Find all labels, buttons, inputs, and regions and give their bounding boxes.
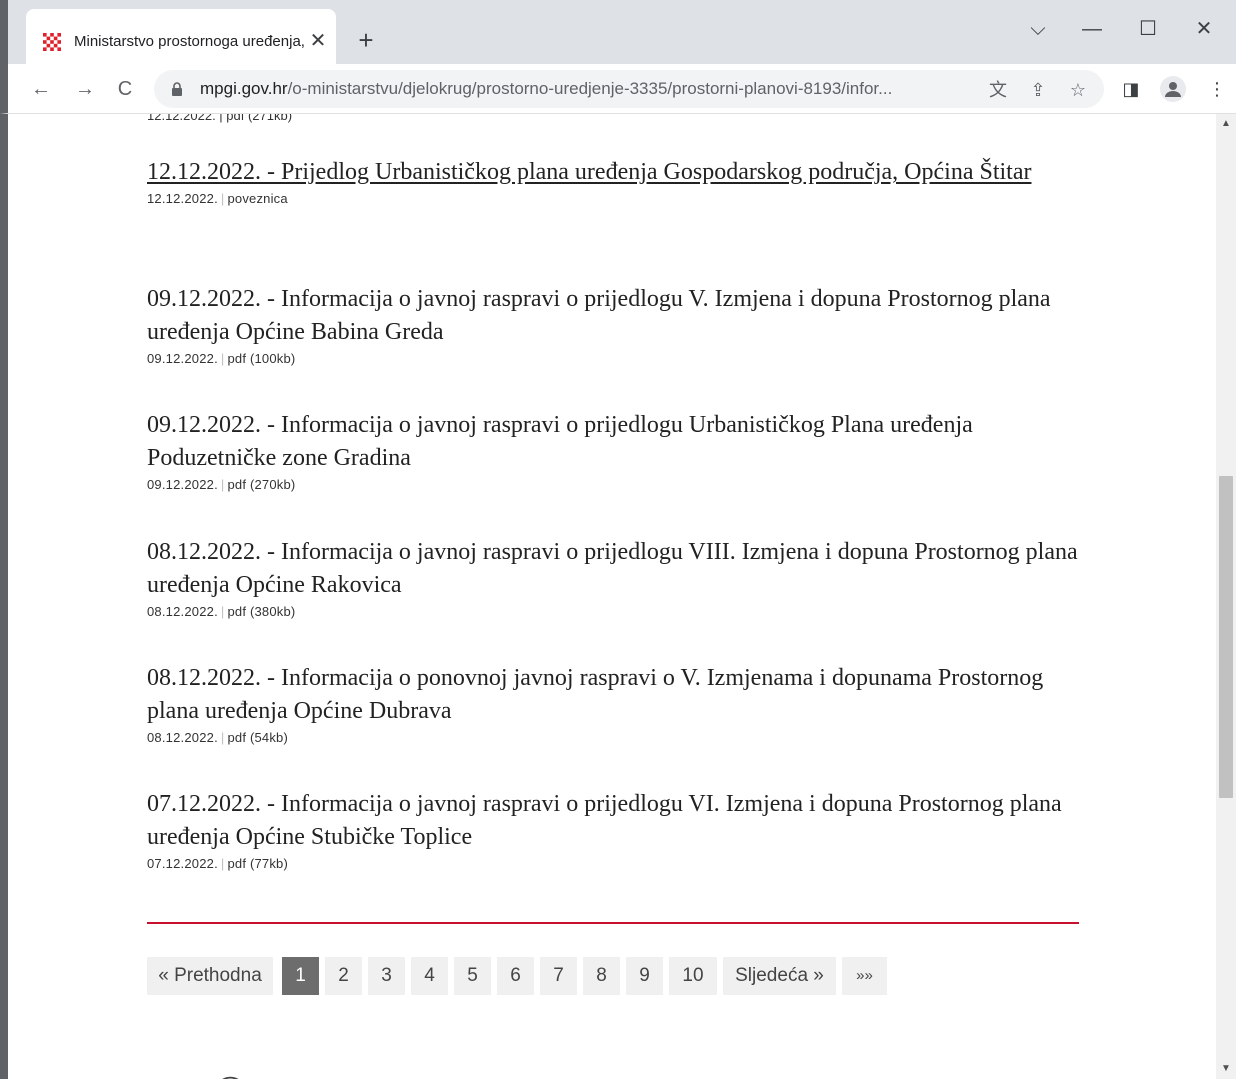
page-button-3[interactable]: 3	[368, 957, 405, 995]
back-button[interactable]: ←	[26, 74, 56, 104]
avatar	[1160, 76, 1186, 102]
croatian-checkerboard-favicon-icon	[43, 33, 61, 51]
list-item: 07.12.2022. - Informacija o javnoj raspr…	[147, 788, 1087, 871]
profile-icon[interactable]	[1158, 74, 1188, 104]
tab-search-dropdown-icon[interactable]: ⌵	[1018, 14, 1058, 44]
news-meta: 09.12.2022. | pdf (270kb)	[147, 477, 1087, 492]
news-title-link[interactable]: 09.12.2022. - Informacija o javnoj raspr…	[147, 409, 1087, 475]
attachment-link[interactable]: pdf (380kb)	[227, 604, 295, 619]
next-page-button[interactable]: Sljedeća »	[723, 957, 836, 995]
news-title-link[interactable]: 09.12.2022. - Informacija o javnoj raspr…	[147, 283, 1087, 349]
maximize-button[interactable]: ☐	[1128, 14, 1168, 44]
forward-button[interactable]: →	[70, 74, 100, 104]
page-button-9[interactable]: 9	[626, 957, 663, 995]
new-tab-button[interactable]: +	[352, 26, 380, 54]
news-title-link[interactable]: 08.12.2022. - Informacija o ponovnoj jav…	[147, 662, 1087, 728]
news-meta: 08.12.2022. | pdf (380kb)	[147, 604, 1087, 619]
attachment-link[interactable]: poveznica	[227, 191, 287, 206]
url-path: /o-ministarstvu/djelokrug/prostorno-ured…	[287, 79, 893, 98]
news-meta: 09.12.2022. | pdf (100kb)	[147, 351, 1087, 366]
attachment-link[interactable]: pdf (77kb)	[227, 856, 288, 871]
share-icon[interactable]: ⇪	[1026, 78, 1050, 102]
page-viewport: 12.12.2022. | pdf (271kb) 12.12.2022. - …	[0, 114, 1236, 1079]
news-date: 12.12.2022.	[147, 191, 218, 206]
news-title-link[interactable]: 08.12.2022. - Informacija o javnoj raspr…	[147, 536, 1087, 602]
url-text[interactable]: mpgi.gov.hr/o-ministarstvu/djelokrug/pro…	[200, 79, 970, 99]
reload-button[interactable]: C	[110, 74, 140, 104]
menu-icon[interactable]: ⋮	[1202, 74, 1232, 104]
news-meta: 08.12.2022. | pdf (54kb)	[147, 730, 1087, 745]
scroll-down-arrow-icon[interactable]: ▼	[1216, 1059, 1236, 1079]
page-button-8[interactable]: 8	[583, 957, 620, 995]
browser-toolbar: ← → C mpgi.gov.hr/o-ministarstvu/djelokr…	[0, 64, 1236, 114]
attachment-link[interactable]: pdf (270kb)	[227, 477, 295, 492]
tab-strip: Ministarstvo prostornoga uređenja, gradi…	[0, 0, 1236, 64]
list-item: 08.12.2022. - Informacija o javnoj raspr…	[147, 536, 1087, 619]
list-item: 12.12.2022. - Prijedlog Urbanističkog pl…	[147, 156, 1087, 206]
news-date: 08.12.2022.	[147, 730, 218, 745]
news-title-link[interactable]: 12.12.2022. - Prijedlog Urbanističkog pl…	[147, 156, 1087, 189]
page-button-5[interactable]: 5	[454, 957, 491, 995]
news-title-link[interactable]: 07.12.2022. - Informacija o javnoj raspr…	[147, 788, 1087, 854]
section-divider	[147, 922, 1079, 924]
url-host: mpgi.gov.hr	[200, 79, 288, 98]
list-item: 09.12.2022. - Informacija o javnoj raspr…	[147, 283, 1087, 366]
page-button-4[interactable]: 4	[411, 957, 448, 995]
news-meta: 12.12.2022. | poveznica	[147, 191, 1087, 206]
translate-icon[interactable]: 文	[986, 78, 1010, 102]
lock-icon[interactable]	[170, 82, 184, 96]
news-date: 08.12.2022.	[147, 604, 218, 619]
tab-close-icon[interactable]: ✕	[308, 29, 328, 53]
social-share-icons: ▭f⌒	[153, 1069, 260, 1079]
clipped-item-meta: 12.12.2022. | pdf (271kb)	[147, 114, 293, 123]
vertical-scrollbar[interactable]: ▲ ▼	[1216, 114, 1236, 1079]
page-button-2[interactable]: 2	[325, 957, 362, 995]
close-window-button[interactable]: ✕	[1184, 14, 1224, 44]
address-bar[interactable]: mpgi.gov.hr/o-ministarstvu/djelokrug/pro…	[154, 70, 1104, 108]
news-date: 09.12.2022.	[147, 351, 218, 366]
news-date: 09.12.2022.	[147, 477, 218, 492]
page-button-1[interactable]: 1	[282, 957, 319, 995]
list-item: 08.12.2022. - Informacija o ponovnoj jav…	[147, 662, 1087, 745]
bookmark-star-icon[interactable]: ☆	[1066, 78, 1090, 102]
page-button-10[interactable]: 10	[669, 957, 717, 995]
list-item: 09.12.2022. - Informacija o javnoj raspr…	[147, 409, 1087, 492]
scrollbar-thumb[interactable]	[1219, 476, 1233, 798]
attachment-link[interactable]: pdf (54kb)	[227, 730, 288, 745]
browser-tab[interactable]: Ministarstvo prostornoga uređenja, gradi…	[26, 9, 336, 64]
scroll-up-arrow-icon[interactable]: ▲	[1216, 114, 1236, 134]
minimize-button[interactable]: —	[1072, 14, 1112, 44]
attachment-link[interactable]: pdf (100kb)	[227, 351, 295, 366]
side-panel-icon[interactable]: ◨	[1116, 74, 1146, 104]
news-meta: 07.12.2022. | pdf (77kb)	[147, 856, 1087, 871]
page-button-6[interactable]: 6	[497, 957, 534, 995]
page-button-7[interactable]: 7	[540, 957, 577, 995]
tab-title: Ministarstvo prostornoga uređenja, gradi…	[74, 33, 304, 50]
last-page-button[interactable]: »»	[842, 957, 887, 995]
news-date: 07.12.2022.	[147, 856, 218, 871]
prev-page-button[interactable]: « Prethodna	[147, 957, 273, 995]
